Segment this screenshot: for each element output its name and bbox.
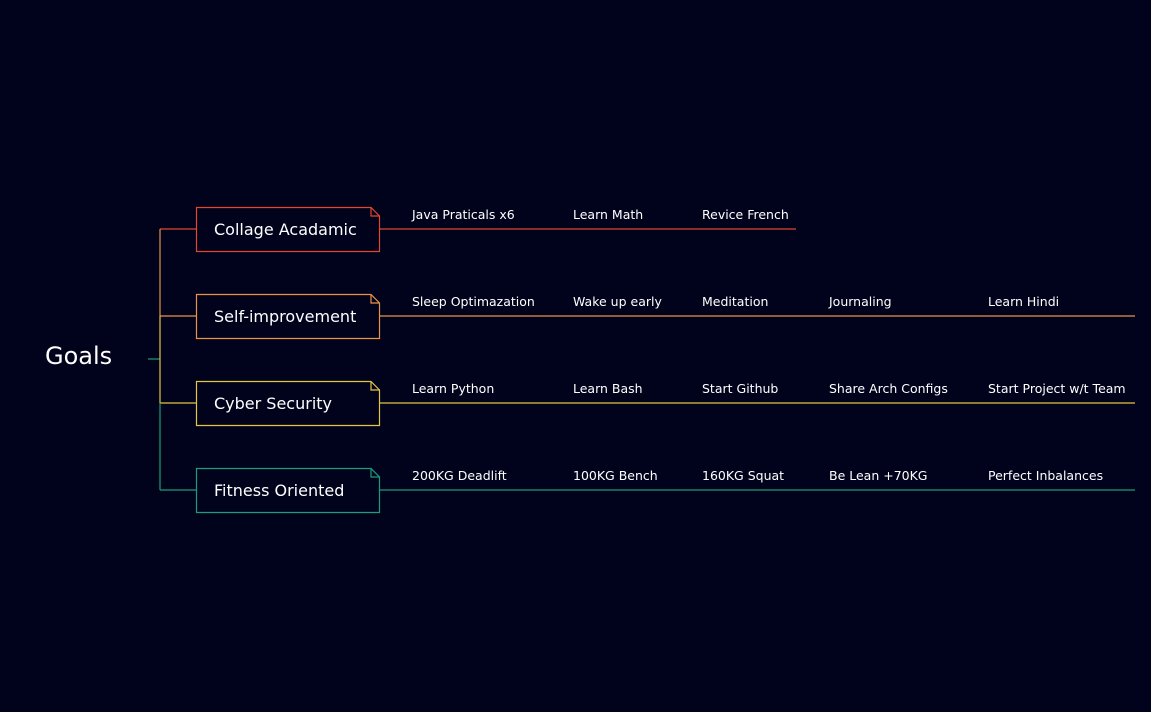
branch-label: Collage Acadamic [214, 219, 357, 239]
mind-map: Goals Collage Acadamic Java Praticals x6 L… [0, 0, 1151, 712]
branch-node-0[interactable]: Collage Acadamic [195, 206, 381, 252]
branch-label: Fitness Oriented [214, 480, 345, 500]
branch-label: Self-improvement [214, 306, 357, 326]
leaf-item[interactable]: Be Lean +70KG [829, 468, 928, 484]
branch-node-2[interactable]: Cyber Security [195, 380, 381, 426]
leaf-item[interactable]: Revice French [702, 207, 789, 223]
leaf-item[interactable]: Start Project w/t Team [988, 381, 1126, 397]
branch-node-1[interactable]: Self-improvement [195, 293, 381, 339]
branch-label: Cyber Security [214, 393, 333, 413]
leaf-item[interactable]: Learn Python [412, 381, 494, 397]
leaf-item[interactable]: 200KG Deadlift [412, 468, 507, 484]
leaf-item[interactable]: Java Praticals x6 [412, 207, 515, 223]
leaf-item[interactable]: Perfect Inbalances [988, 468, 1103, 484]
leaf-item[interactable]: Journaling [829, 294, 892, 310]
leaf-item[interactable]: Start Github [702, 381, 778, 397]
branch-node-3[interactable]: Fitness Oriented [195, 467, 381, 513]
leaf-item[interactable]: Share Arch Configs [829, 381, 948, 397]
leaf-item[interactable]: Learn Hindi [988, 294, 1059, 310]
root-node-goals[interactable]: Goals [45, 338, 112, 374]
leaf-item[interactable]: 160KG Squat [702, 468, 784, 484]
leaf-item[interactable]: Wake up early [573, 294, 662, 310]
leaf-item[interactable]: Learn Math [573, 207, 643, 223]
leaf-item[interactable]: Sleep Optimazation [412, 294, 535, 310]
leaf-item[interactable]: Meditation [702, 294, 768, 310]
leaf-item[interactable]: 100KG Bench [573, 468, 658, 484]
connector-lines [148, 228, 1135, 491]
leaf-item[interactable]: Learn Bash [573, 381, 643, 397]
